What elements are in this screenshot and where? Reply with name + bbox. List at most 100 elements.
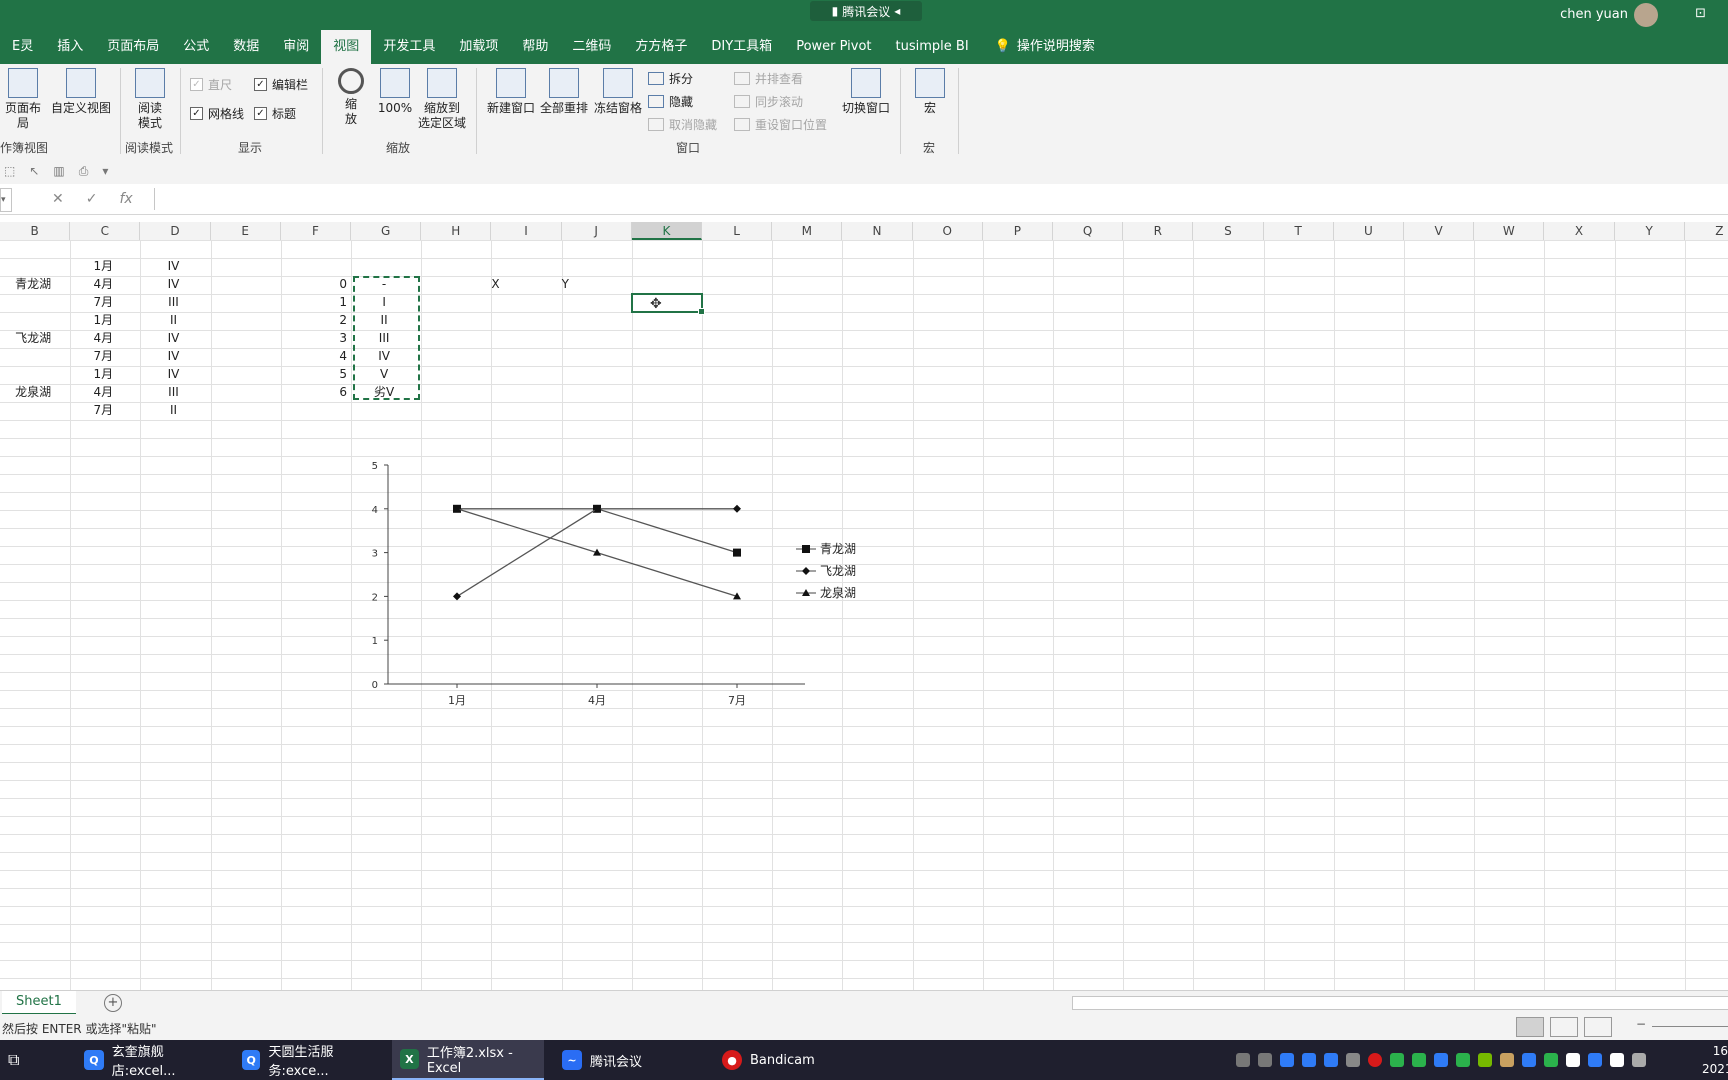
column-header[interactable]: N [842, 222, 913, 240]
zoom-slider[interactable] [1652, 1026, 1728, 1027]
formula-bar-checkbox[interactable]: ✓ 编辑栏 [254, 76, 308, 93]
month-cell[interactable]: 1月 [70, 257, 136, 275]
month-cell[interactable]: 1月 [70, 365, 136, 383]
column-header[interactable]: G [351, 222, 422, 240]
column-header[interactable]: U [1334, 222, 1404, 240]
number-cell[interactable]: 3 [281, 329, 347, 347]
ribbon-tab[interactable]: 方方格子 [623, 30, 699, 64]
tray-app-icon[interactable] [1280, 1053, 1294, 1067]
macros-button[interactable]: 宏 [914, 68, 946, 116]
gridlines-checkbox[interactable]: ✓ 网格线 [190, 105, 244, 122]
number-cell[interactable]: 6 [281, 383, 347, 401]
unhide-button[interactable]: 取消隐藏 [648, 116, 717, 133]
switch-windows-button[interactable]: 切换窗口 [840, 68, 892, 116]
clock[interactable]: 16 2021 [1702, 1042, 1728, 1078]
pointer-icon[interactable]: ↖ [29, 164, 39, 178]
ribbon-tab[interactable]: 开发工具 [371, 30, 447, 64]
notification-icon[interactable] [1632, 1053, 1646, 1067]
month-cell[interactable]: 7月 [70, 293, 136, 311]
add-sheet-icon[interactable]: + [104, 994, 122, 1012]
ribbon-tab[interactable]: DIY工具箱 [699, 30, 784, 64]
hide-button[interactable]: 隐藏 [648, 93, 693, 110]
ribbon-tab[interactable]: E灵 [0, 30, 45, 64]
column-header[interactable]: S [1193, 222, 1264, 240]
ribbon-tab[interactable]: 加载项 [447, 30, 510, 64]
month-cell[interactable]: 4月 [70, 329, 136, 347]
column-header[interactable]: K [631, 222, 702, 240]
page-layout-view-icon[interactable] [1550, 1017, 1578, 1037]
month-cell[interactable]: 1月 [70, 311, 136, 329]
column-header[interactable]: L [702, 222, 773, 240]
tray-app-icon[interactable] [1412, 1053, 1426, 1067]
normal-view-icon[interactable] [1516, 1017, 1544, 1037]
x-header-cell[interactable]: X [491, 275, 557, 293]
ribbon-tab[interactable]: Power Pivot [784, 30, 883, 64]
nvidia-icon[interactable] [1478, 1053, 1492, 1067]
column-header[interactable]: M [772, 222, 843, 240]
grade-cell[interactable]: III [140, 293, 206, 311]
column-header[interactable]: P [983, 222, 1053, 240]
ribbon-tab[interactable]: 视图 [321, 30, 372, 64]
column-header[interactable]: B [0, 222, 71, 240]
split-button[interactable]: 拆分 [648, 70, 693, 87]
lake-cell[interactable]: 飞龙湖 [0, 329, 66, 347]
grade-cell[interactable]: III [140, 383, 206, 401]
tray-app-icon[interactable] [1566, 1053, 1580, 1067]
headings-checkbox[interactable]: ✓ 标题 [254, 105, 296, 122]
line-chart[interactable]: 0 1 2 3 4 5 1月 4月 7月 青龙湖飞龙湖龙泉湖 [360, 450, 880, 710]
zoom-to-selection-button[interactable]: 缩放到 选定区域 [416, 68, 468, 131]
month-cell[interactable]: 4月 [70, 275, 136, 293]
keyboard-icon[interactable] [1236, 1053, 1250, 1067]
freeze-panes-button[interactable]: 冻结窗格 [592, 68, 644, 116]
ribbon-display-options-icon[interactable]: ⊡ [1695, 6, 1706, 21]
number-cell[interactable]: 2 [281, 311, 347, 329]
column-header[interactable]: I [491, 222, 562, 240]
page-layout-view-button[interactable]: 页面布局 [0, 68, 46, 131]
grade-cell[interactable]: IV [140, 329, 206, 347]
tray-app-icon[interactable] [1302, 1053, 1316, 1067]
column-header[interactable]: F [281, 222, 351, 240]
page-break-view-icon[interactable] [1584, 1017, 1612, 1037]
customize-dropdown-icon[interactable]: ▾ [102, 164, 108, 178]
number-cell[interactable]: 1 [281, 293, 347, 311]
confirm-icon[interactable]: ✓ [86, 191, 98, 207]
volume-icon[interactable] [1346, 1053, 1360, 1067]
name-box-dropdown-icon[interactable]: ▾ [0, 188, 12, 212]
column-header[interactable]: Y [1615, 222, 1685, 240]
tray-app-icon[interactable] [1456, 1053, 1470, 1067]
column-header[interactable]: E [211, 222, 281, 240]
formula-input[interactable] [154, 188, 1728, 210]
column-header[interactable]: Z [1685, 222, 1728, 240]
avatar[interactable] [1634, 3, 1658, 27]
record-icon[interactable] [1368, 1053, 1382, 1067]
view-side-by-side-button[interactable]: 并排查看 [734, 70, 803, 87]
wechat-icon[interactable] [1390, 1053, 1404, 1067]
zoom-button[interactable]: 缩 放 [336, 68, 366, 127]
column-header[interactable]: H [421, 222, 492, 240]
column-header[interactable]: D [140, 222, 211, 240]
horizontal-scrollbar[interactable] [1072, 996, 1728, 1010]
month-cell[interactable]: 7月 [70, 401, 136, 419]
new-window-button[interactable]: 新建窗口 [486, 68, 536, 116]
y-header-cell[interactable]: Y [562, 275, 628, 293]
grade-cell[interactable]: II [140, 311, 206, 329]
column-header[interactable]: O [913, 222, 983, 240]
tray-app-icon[interactable] [1324, 1053, 1338, 1067]
lake-cell[interactable]: 龙泉湖 [0, 383, 66, 401]
ruler-checkbox[interactable]: ✓ 直尺 [190, 76, 232, 93]
print-icon[interactable]: ⎙ [79, 164, 89, 179]
fill-handle[interactable] [698, 308, 705, 315]
taskbar-app-5[interactable]: ● Bandicam [714, 1040, 864, 1080]
tell-me-search[interactable]: 💡 操作说明搜索 [981, 30, 1107, 64]
number-cell[interactable]: 5 [281, 365, 347, 383]
user-name[interactable]: chen yuan [1560, 7, 1628, 22]
grade-cell[interactable]: II [140, 401, 206, 419]
active-cell[interactable] [631, 293, 705, 315]
taskbar-app-4[interactable]: ~ 腾讯会议 [554, 1040, 704, 1080]
ribbon-tab[interactable]: 审阅 [271, 30, 321, 64]
meeting-indicator[interactable]: ▮ 腾讯会议 ◂ [810, 1, 922, 21]
reset-window-position-button[interactable]: 重设窗口位置 [734, 116, 827, 133]
reading-mode-button[interactable]: 阅读 模式 [132, 68, 168, 131]
sheet-tab[interactable]: Sheet1 [2, 991, 76, 1015]
column-header[interactable]: T [1264, 222, 1334, 240]
